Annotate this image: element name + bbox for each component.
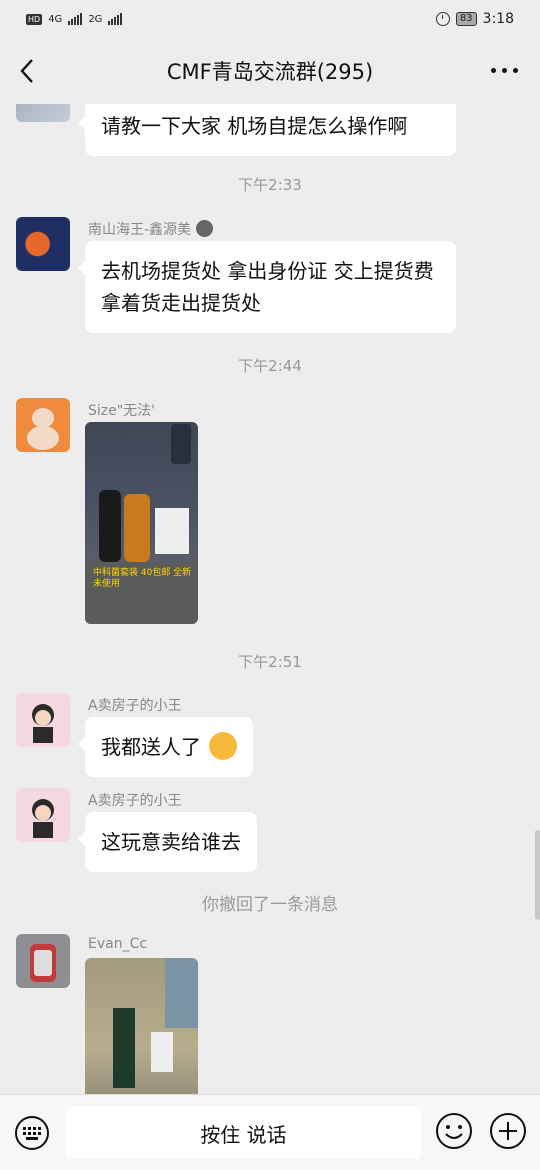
- more-actions-button[interactable]: [488, 1111, 528, 1151]
- avatar[interactable]: [16, 398, 70, 452]
- back-button[interactable]: [14, 56, 44, 86]
- chevron-left-icon: [20, 59, 33, 83]
- more-dot: [513, 68, 518, 73]
- badge-icon: [195, 220, 213, 237]
- alarm-icon: [435, 12, 450, 26]
- message-text: 请教一下大家 机场自提怎么操作啊: [101, 114, 408, 138]
- sender-name: Evan_Cc: [88, 936, 148, 952]
- avatar-figure: [30, 944, 56, 982]
- avatar-figure: [32, 704, 54, 743]
- message-bubble[interactable]: 这玩意卖给谁去: [78, 812, 257, 872]
- avatar-figure: [32, 799, 54, 838]
- image-message[interactable]: 中科菌套装 40包邮 全新未使用: [85, 422, 198, 624]
- sender-name: A卖房子的小王: [88, 698, 182, 714]
- chat-area[interactable]: 请教一下大家 机场自提怎么操作啊 下午2:33 南山海王-鑫源美 去机场提货处 …: [0, 104, 540, 1094]
- photo-content: [113, 958, 198, 1088]
- signal-icon: [68, 13, 83, 25]
- message-text: 去机场提货处 拿出身份证 交上提货费 拿着货走出提货处: [101, 259, 434, 315]
- status-right: 83 3:18: [435, 11, 514, 27]
- timestamp: 下午2:51: [238, 653, 302, 671]
- keyboard-button[interactable]: [14, 1115, 50, 1151]
- status-bar: HD 4G 2G 83 3:18: [0, 0, 540, 38]
- keyboard-icon: [15, 1116, 49, 1150]
- signal-icon-2: [108, 13, 123, 25]
- emoji-icon: [436, 1113, 472, 1149]
- system-message: 你撤回了一条消息: [202, 895, 338, 915]
- sender-name-text: 南山海王-鑫源美: [88, 222, 192, 238]
- timestamp: 下午2:44: [238, 357, 302, 375]
- avatar[interactable]: [16, 217, 70, 271]
- message-text: 我都送人了: [101, 735, 201, 759]
- message-bubble[interactable]: 去机场提货处 拿出身份证 交上提货费 拿着货走出提货处: [78, 241, 456, 333]
- avatar[interactable]: [16, 788, 70, 842]
- network-2g: 2G: [88, 13, 103, 25]
- battery-icon: 83: [455, 12, 477, 26]
- message-text: 这玩意卖给谁去: [101, 830, 241, 854]
- image-message[interactable]: [85, 958, 198, 1094]
- hd-tag: HD: [26, 13, 43, 25]
- avatar[interactable]: [16, 693, 70, 747]
- more-dot: [502, 68, 507, 73]
- photo-content: [85, 424, 198, 624]
- status-left: HD 4G 2G: [26, 13, 123, 25]
- kiss-emoji-icon: [209, 732, 238, 760]
- status-time: 3:18: [482, 11, 514, 27]
- message-bubble[interactable]: 请教一下大家 机场自提怎么操作啊: [78, 104, 456, 156]
- chat-title: CMF青岛交流群(295): [166, 60, 374, 84]
- network-4g: 4G: [48, 13, 63, 25]
- sender-name: Size"无法': [88, 403, 156, 419]
- sender-name: 南山海王-鑫源美: [88, 219, 213, 239]
- nav-bar: CMF青岛交流群(295): [0, 38, 540, 104]
- avatar[interactable]: [16, 104, 70, 122]
- timestamp: 下午2:33: [238, 176, 302, 194]
- avatar[interactable]: [16, 934, 70, 988]
- hold-to-talk-button[interactable]: 按住 说话: [66, 1107, 421, 1159]
- input-bar: 按住 说话: [0, 1094, 540, 1170]
- image-caption: 中科菌套装 40包邮 全新未使用: [93, 568, 192, 589]
- more-dots-icon: [491, 68, 496, 73]
- avatar-figure: [27, 408, 59, 450]
- plus-icon: [490, 1113, 526, 1149]
- hold-to-talk-label: 按住 说话: [200, 1122, 287, 1147]
- scrollbar[interactable]: [535, 830, 540, 920]
- more-button[interactable]: [491, 68, 518, 73]
- emoji-button[interactable]: [434, 1111, 474, 1151]
- sender-name: A卖房子的小王: [88, 793, 182, 809]
- message-bubble[interactable]: 我都送人了: [77, 717, 254, 777]
